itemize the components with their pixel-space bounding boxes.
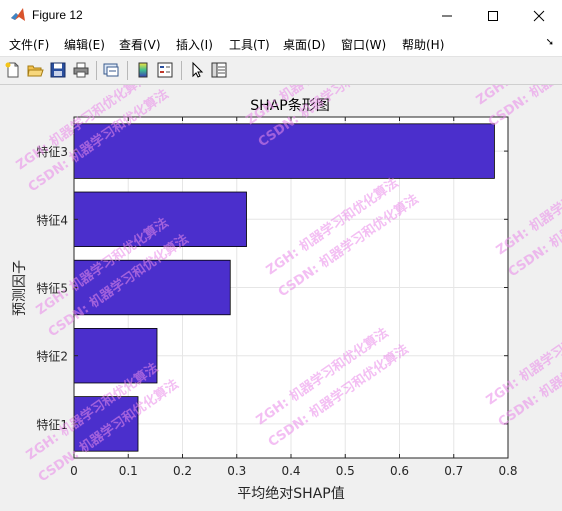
minimize-icon bbox=[442, 15, 452, 16]
property-inspector-icon[interactable] bbox=[210, 61, 228, 79]
pointer-icon[interactable] bbox=[188, 61, 206, 79]
title-bar: Figure 12 bbox=[0, 0, 562, 31]
maximize-icon bbox=[488, 10, 498, 21]
close-icon bbox=[533, 10, 545, 21]
menu-overflow-icon[interactable]: ➘ bbox=[546, 37, 554, 48]
close-button[interactable] bbox=[516, 0, 562, 31]
menu-help[interactable]: 帮助(H) bbox=[402, 36, 444, 53]
menu-desktop[interactable]: 桌面(D) bbox=[283, 36, 326, 53]
minimize-button[interactable] bbox=[424, 0, 470, 31]
shap-bar-chart: SHAP条形图 0 0.1 0.2 0.3 0.4 0.5 0.6 0.7 0.8特征3特征4特… bbox=[12, 5, 562, 502]
x-tick-label: 0.2 bbox=[173, 464, 192, 478]
x-tick-label: 0.5 bbox=[336, 464, 355, 478]
y-tick-label: 特征4 bbox=[36, 212, 68, 227]
x-tick-label: 0.7 bbox=[444, 464, 463, 478]
y-axis-label: 预测因子 bbox=[12, 260, 28, 316]
maximize-button[interactable] bbox=[470, 0, 516, 31]
toolbar-separator bbox=[96, 61, 97, 80]
menu-bar: 文件(F) 编辑(E) 查看(V) 插入(I) 工具(T) 桌面(D) 窗口(W… bbox=[0, 31, 562, 57]
print-icon[interactable] bbox=[72, 61, 90, 79]
menu-edit[interactable]: 编辑(E) bbox=[64, 36, 105, 53]
x-tick-label: 0.1 bbox=[119, 464, 138, 478]
colorbar-icon[interactable] bbox=[134, 61, 152, 79]
link-plot-icon[interactable] bbox=[102, 61, 120, 79]
menu-file[interactable]: 文件(F) bbox=[9, 36, 49, 53]
menu-tools[interactable]: 工具(T) bbox=[229, 36, 270, 53]
x-tick-label: 0.3 bbox=[227, 464, 246, 478]
toolbar-separator bbox=[181, 61, 182, 80]
x-axis-label: 平均绝对SHAP值 bbox=[237, 486, 344, 502]
legend-icon[interactable] bbox=[156, 61, 174, 79]
x-tick-label: 0.6 bbox=[390, 464, 409, 478]
menu-insert[interactable]: 插入(I) bbox=[176, 36, 213, 53]
x-tick-label: 0.8 bbox=[498, 464, 517, 478]
figure-canvas: SHAP条形图 0 0.1 0.2 0.3 0.4 0.5 0.6 0.7 0.8 特征3 特征4 特… bbox=[0, 5, 562, 507]
menu-window[interactable]: 窗口(W) bbox=[341, 36, 386, 53]
toolbar bbox=[0, 57, 562, 85]
x-tick-label: 0.4 bbox=[281, 464, 300, 478]
open-file-icon[interactable] bbox=[26, 61, 44, 79]
toolbar-separator bbox=[127, 61, 128, 80]
save-icon[interactable] bbox=[49, 61, 67, 79]
y-tick-label: 特征2 bbox=[36, 349, 68, 364]
new-figure-icon[interactable] bbox=[4, 61, 22, 79]
matlab-logo-icon bbox=[11, 8, 25, 21]
window-title: Figure 12 bbox=[32, 8, 83, 22]
menu-view[interactable]: 查看(V) bbox=[119, 36, 161, 53]
